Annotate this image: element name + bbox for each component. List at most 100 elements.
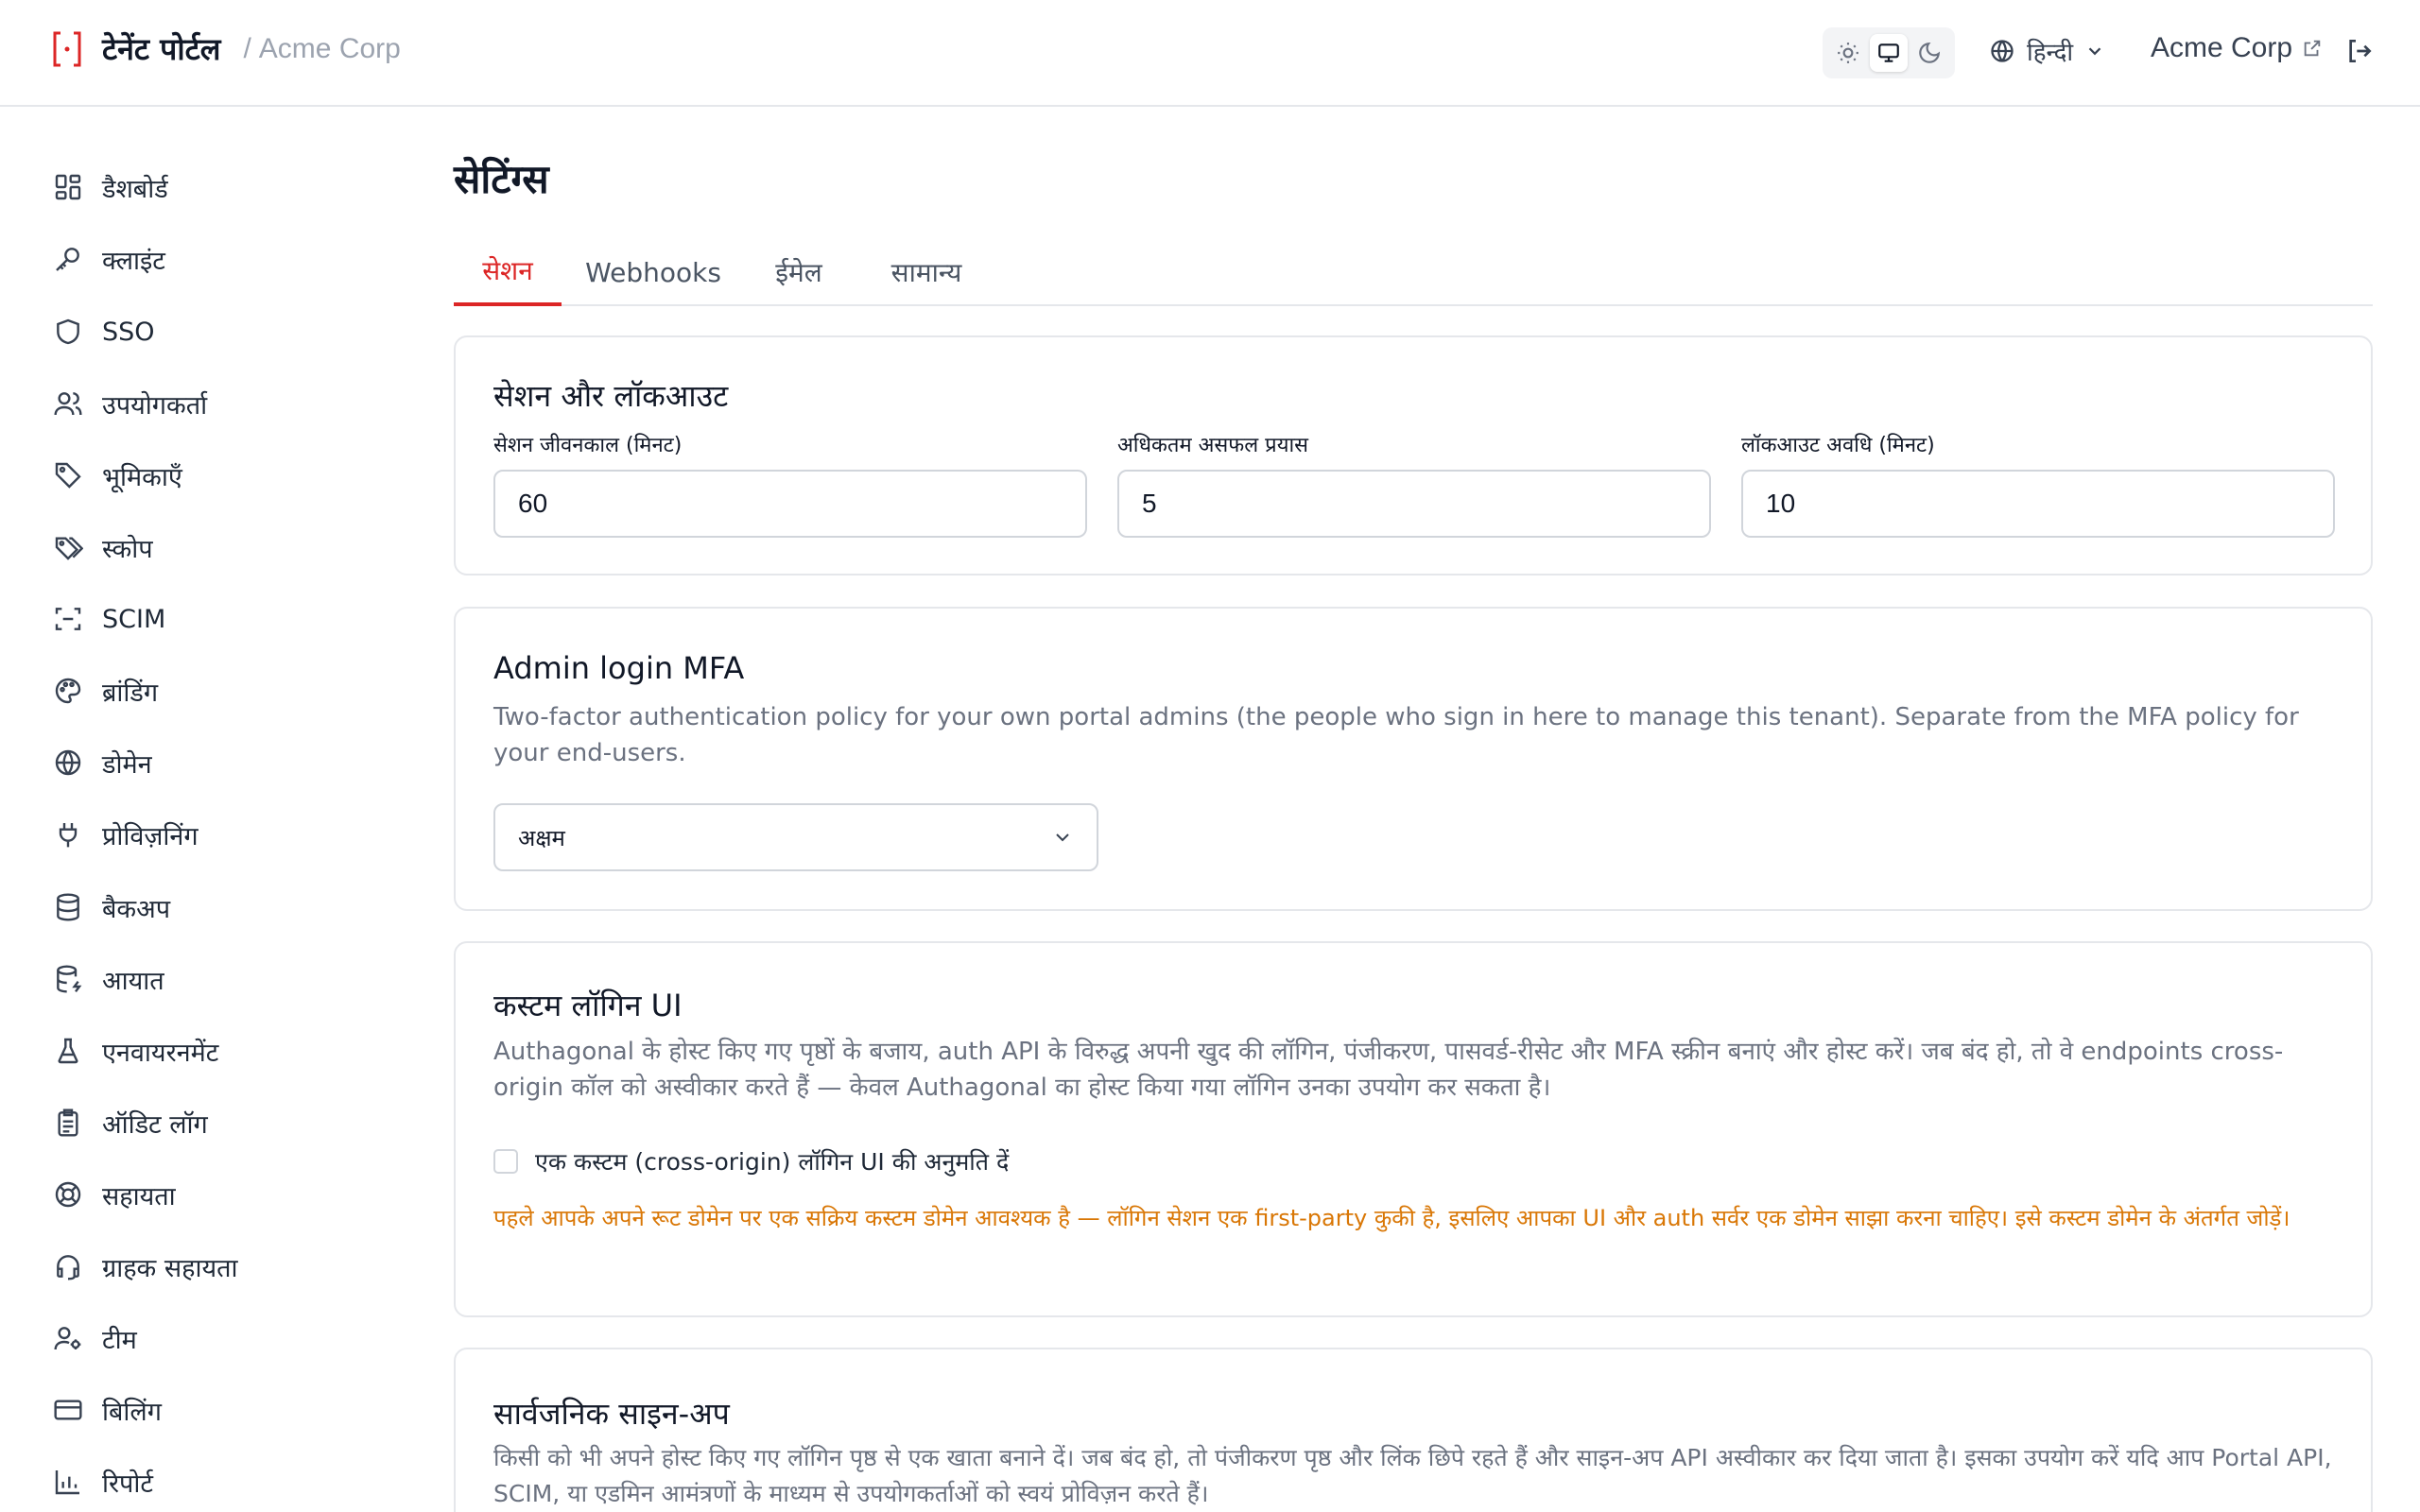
tab-session[interactable]: सेशन xyxy=(454,238,562,306)
card-title: Admin login MFA xyxy=(493,650,745,686)
credit-card-icon xyxy=(54,1400,82,1420)
chevron-down-icon xyxy=(2088,47,2101,56)
database-icon xyxy=(57,893,79,921)
lockout-duration-input[interactable] xyxy=(1741,470,2335,538)
breadcrumb-tenant: Acme Corp xyxy=(258,32,401,64)
sidebar-item-branding[interactable]: ब्रांडिंग xyxy=(53,664,374,717)
globe-icon xyxy=(1991,40,2014,62)
sidebar-item-environments[interactable]: एनवायरनमेंट xyxy=(53,1024,374,1077)
sidebar-item-scopes[interactable]: स्कोप xyxy=(53,521,374,574)
card-description: Authagonal के होस्ट किए गए पृष्ठों के बज… xyxy=(493,1038,2284,1102)
tab-email[interactable]: ईमेल xyxy=(747,238,851,306)
sidebar-item-label: डोमेन xyxy=(102,749,152,780)
database-import-icon xyxy=(57,965,82,993)
monitor-icon xyxy=(1878,43,1899,62)
sidebar-item-roles[interactable]: भूमिकाएँ xyxy=(53,449,374,502)
sidebar-item-label: रिपोर्ट xyxy=(102,1469,153,1499)
system-theme-button[interactable] xyxy=(1869,34,1908,72)
tab-general[interactable]: सामान्य xyxy=(870,238,983,306)
mfa-policy-value: अक्षम xyxy=(518,824,565,851)
dark-theme-button[interactable] xyxy=(1910,34,1948,72)
language-label: हिन्दी xyxy=(2027,39,2074,67)
tenant-link-label: Acme Corp xyxy=(2151,32,2293,63)
sidebar-item-label: SSO xyxy=(102,317,155,347)
external-link-icon xyxy=(2304,40,2321,57)
sidebar-item-team[interactable]: टीम xyxy=(53,1312,374,1365)
allow-custom-login-option[interactable]: एक कस्टम (cross-origin) लॉगिन UI की अनुम… xyxy=(493,1145,1009,1177)
brand[interactable]: टेनेंट पोर्टल / Acme Corp xyxy=(51,28,401,69)
logout-icon xyxy=(2349,40,2372,62)
mfa-policy-select[interactable]: अक्षम xyxy=(493,803,1098,871)
sidebar-item-users[interactable]: उपयोगकर्ता xyxy=(53,377,374,430)
session-lifetime-input[interactable] xyxy=(493,470,1087,538)
max-failed-attempts-label: अधिकतम असफल प्रयास xyxy=(1117,434,1309,457)
palette-icon xyxy=(55,678,81,704)
sidebar-item-billing[interactable]: बिलिंग xyxy=(53,1383,374,1436)
sidebar-item-domains[interactable]: डोमेन xyxy=(53,736,374,789)
admin-mfa-card: Admin login MFA Two-factor authenticatio… xyxy=(454,607,2373,911)
sidebar-item-label: डैशबोर्ड xyxy=(102,174,168,204)
brand-name: टेनेंट पोर्टल xyxy=(102,31,221,67)
sidebar-item-reports[interactable]: रिपोर्ट xyxy=(53,1455,374,1508)
dashboard-icon xyxy=(55,174,81,200)
plug-icon xyxy=(59,823,78,848)
headset-icon xyxy=(57,1255,79,1280)
card-title: कस्टम लॉगिन UI xyxy=(493,988,683,1023)
sidebar-item-scim[interactable]: SCIM xyxy=(53,593,374,645)
brand-logo-icon xyxy=(53,31,81,66)
chevron-down-icon xyxy=(1056,833,1069,842)
sidebar-item-audit-log[interactable]: ऑडिट लॉग xyxy=(53,1096,374,1149)
shield-icon xyxy=(57,318,79,345)
globe-icon xyxy=(55,749,81,776)
sidebar-item-label: SCIM xyxy=(102,604,166,634)
breadcrumb-separator: / xyxy=(243,32,251,64)
key-icon xyxy=(56,248,79,271)
checkbox-label: एक कस्टम (cross-origin) लॉगिन UI की अनुम… xyxy=(535,1148,1010,1176)
sidebar-item-support[interactable]: सहायता xyxy=(53,1168,374,1221)
sidebar-item-dashboard[interactable]: डैशबोर्ड xyxy=(53,161,374,214)
sidebar-item-label: बिलिंग xyxy=(102,1397,162,1427)
custom-domain-warning: पहले आपके अपने रूट डोमेन पर एक सक्रिय कस… xyxy=(493,1205,2290,1231)
sidebar-item-label: ब्रांडिंग xyxy=(102,678,159,708)
sidebar-item-clients[interactable]: क्लाइंट xyxy=(53,232,374,285)
tag-icon xyxy=(55,462,81,489)
sun-icon xyxy=(1838,43,1859,63)
sidebar: डैशबोर्ड क्लाइंट SSO उपयोगकर्ता भूमिकाएँ… xyxy=(0,107,397,1512)
sidebar-item-import[interactable]: आयात xyxy=(53,953,374,1005)
tenant-external-link[interactable]: Acme Corp xyxy=(2151,32,2323,64)
clipboard-icon xyxy=(58,1108,78,1137)
card-description: Two-factor authentication policy for you… xyxy=(493,703,2299,767)
tags-icon xyxy=(55,537,83,560)
sidebar-item-customer-support[interactable]: ग्राहक सहायता xyxy=(53,1240,374,1293)
sidebar-item-provisioning[interactable]: प्रोविज़निंग xyxy=(53,808,374,861)
users-icon xyxy=(54,392,82,416)
language-selector[interactable]: हिन्दी xyxy=(1989,34,2105,68)
custom-login-ui-card: कस्टम लॉगिन UI Authagonal के होस्ट किए ग… xyxy=(454,941,2373,1317)
sidebar-item-label: एनवायरनमेंट xyxy=(102,1038,219,1068)
user-cog-icon xyxy=(54,1327,81,1350)
sidebar-item-label: ग्राहक सहायता xyxy=(102,1253,238,1283)
theme-switcher xyxy=(1823,27,1955,78)
allow-custom-login-checkbox[interactable] xyxy=(493,1149,518,1174)
sidebar-item-label: आयात xyxy=(102,966,164,996)
sidebar-item-label: सहायता xyxy=(102,1181,176,1211)
light-theme-button[interactable] xyxy=(1829,34,1867,72)
top-bar: टेनेंट पोर्टल / Acme Corp हिन्दी Acme Co… xyxy=(0,0,2420,107)
max-failed-attempts-input[interactable] xyxy=(1117,470,1711,538)
sidebar-item-label: बैकअप xyxy=(102,894,171,924)
card-description: किसी को भी अपने होस्ट किए गए लॉगिन पृष्ठ… xyxy=(493,1444,2332,1507)
card-title: सेशन और लॉकआउट xyxy=(493,378,729,414)
scan-icon xyxy=(55,608,81,630)
sidebar-item-label: ऑडिट लॉग xyxy=(102,1109,208,1140)
sidebar-item-sso[interactable]: SSO xyxy=(53,305,374,358)
sidebar-item-backup[interactable]: बैकअप xyxy=(53,881,374,934)
page-title: सेटिंग्स xyxy=(454,156,549,202)
sidebar-item-label: क्लाइंट xyxy=(102,246,165,276)
flask-icon xyxy=(58,1038,78,1064)
sidebar-item-label: प्रोविज़निंग xyxy=(102,821,199,851)
session-lifetime-label: सेशन जीवनकाल (मिनट) xyxy=(493,434,683,457)
logout-button[interactable] xyxy=(2344,36,2375,71)
tab-webhooks[interactable]: Webhooks xyxy=(582,238,724,306)
public-signup-card: सार्वजनिक साइन-अप किसी को भी अपने होस्ट … xyxy=(454,1348,2373,1512)
bar-chart-icon xyxy=(55,1470,79,1495)
